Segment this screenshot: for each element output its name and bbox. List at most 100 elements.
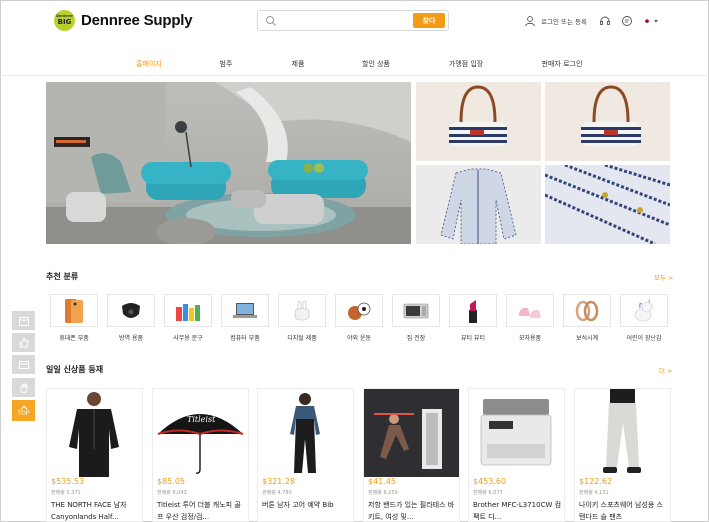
headset-icon[interactable] — [599, 15, 611, 27]
phone-case-icon — [65, 298, 83, 323]
category-item[interactable]: 휴대폰 부품 — [50, 294, 100, 342]
hero-banner[interactable] — [46, 82, 411, 244]
nav-item-deals[interactable]: 할인 상품 — [362, 59, 390, 69]
search-icon — [266, 16, 276, 26]
category-item[interactable]: 야외 운동 — [335, 294, 385, 342]
card-icon — [18, 360, 29, 369]
search-input[interactable] — [282, 13, 402, 28]
hero-thumb-fabric[interactable] — [545, 165, 670, 244]
jacket-image — [440, 168, 517, 244]
striped-bag-image — [449, 85, 507, 146]
category-item[interactable]: 뷰티 뷰티 — [449, 294, 499, 342]
category-label: 뷰티 뷰티 — [461, 335, 485, 342]
face-mask-icon — [122, 302, 140, 318]
hero-thumb-bag-1[interactable] — [416, 82, 541, 161]
stationery-icon — [176, 303, 200, 321]
product-name[interactable]: THE NORTH FACE 남자 Canyonlands Half... — [51, 499, 141, 522]
category-label: 방역 용품 — [119, 335, 143, 342]
product-card[interactable]: $453.60 판매량 6,077 Brother MFC-L3710CW 컴팩… — [468, 388, 565, 522]
category-thumb — [221, 294, 269, 327]
logo-badge-bottom: BIG — [57, 17, 72, 26]
product-image — [47, 389, 142, 477]
back-to-top-button[interactable]: TOP — [12, 400, 35, 421]
product-image — [575, 389, 670, 477]
category-label: 모자용품 — [518, 335, 542, 342]
category-item[interactable]: 사무용 문구 — [164, 294, 214, 342]
sports-balls-icon — [348, 302, 371, 320]
side-tool-hand[interactable] — [12, 378, 35, 397]
category-label: 디지털 제품 — [287, 335, 317, 342]
golf-umbrella-image: Titleist — [157, 414, 244, 474]
nav-item-merchant-entry[interactable]: 가맹점 입장 — [449, 59, 483, 69]
logo-text[interactable]: Dennree Supply — [81, 12, 193, 29]
category-thumb — [50, 294, 98, 327]
nav-item-seller-login[interactable]: 판매자 로그인 — [542, 59, 583, 69]
category-item[interactable]: 방역 용품 — [107, 294, 157, 342]
calendar-icon — [18, 316, 29, 326]
product-name[interactable]: 나이키 스포츠웨어 남성용 스탠다드 슬 팬츠 — [579, 499, 669, 522]
striped-bag-image — [581, 85, 641, 146]
product-name[interactable]: 저항 밴드가 있는 필라테스 바 키트, 여성 및... — [368, 499, 458, 522]
product-sold-count: 판매량 4,131 — [579, 490, 609, 496]
search-bar: 찾다 — [257, 10, 449, 31]
product-price: $41.45 — [368, 477, 396, 486]
product-name[interactable]: 버튼 남자 고어 예약 Bib — [262, 499, 352, 511]
svg-text:Titleist: Titleist — [187, 415, 216, 424]
header-actions: 로그인 또는 등록 — [524, 13, 659, 29]
search-button[interactable]: 찾다 — [413, 13, 445, 28]
nav-item-products[interactable]: 제품 — [292, 59, 305, 69]
category-thumb — [164, 294, 212, 327]
category-item[interactable]: 모자용품 — [506, 294, 556, 342]
category-item[interactable]: 디지털 제품 — [278, 294, 328, 342]
main-nav: 홈페이지 범주 제품 할인 상품 가맹점 입장 판매자 로그인 — [0, 52, 709, 76]
product-sold-count: 판매량 4,780 — [262, 490, 292, 496]
thumbs-up-icon — [19, 337, 29, 347]
chevron-down-icon[interactable] — [653, 18, 659, 24]
hand-icon — [19, 383, 27, 393]
category-label: 휴대폰 부품 — [59, 335, 89, 342]
product-name[interactable]: Titleist 투어 더블 캐노피 골프 우산 검정/검... — [157, 499, 247, 522]
login-link[interactable]: 로그인 또는 등록 — [541, 16, 587, 26]
category-label: 집 전장 — [406, 335, 426, 342]
nav-item-home[interactable]: 홈페이지 — [136, 59, 162, 69]
product-price: $321.28 — [262, 477, 296, 486]
earbuds-icon — [294, 300, 310, 320]
product-image — [364, 389, 459, 477]
product-card[interactable]: $535.53 판매량 5,371 THE NORTH FACE 남자 Cany… — [46, 388, 143, 522]
category-item[interactable]: 보석시계 — [563, 294, 613, 342]
product-card[interactable]: Titleist $85.05 판매량 8,043 Titleist 투어 더블… — [152, 388, 249, 522]
side-tool-like[interactable] — [12, 333, 35, 352]
product-card[interactable]: $321.28 판매량 4,780 버튼 남자 고어 예약 Bib — [257, 388, 354, 522]
product-name[interactable]: Brother MFC-L3710CW 컴팩트 디... — [473, 499, 563, 522]
chat-icon[interactable] — [621, 15, 633, 27]
baby-shoes-icon — [519, 307, 541, 318]
category-label: 보석시계 — [575, 335, 599, 342]
product-sold-count: 판매량 8,043 — [157, 490, 187, 496]
category-thumb — [449, 294, 497, 327]
hero-thumb-jacket[interactable] — [416, 165, 541, 244]
laptop-icon — [233, 302, 257, 318]
side-tool-card[interactable] — [12, 355, 35, 374]
category-label: 컴퓨터 부품 — [230, 335, 260, 342]
unicorn-toy-icon — [634, 297, 653, 321]
language-flag-icon[interactable] — [643, 17, 651, 25]
daily-more-link[interactable]: 더 > — [659, 365, 673, 375]
microwave-icon — [403, 303, 429, 318]
nav-item-categories[interactable]: 범주 — [220, 59, 233, 69]
category-item[interactable]: 어린이 장난감 — [620, 294, 670, 342]
recommended-more-link[interactable]: 모두 > — [654, 272, 673, 282]
product-card[interactable]: $122.62 판매량 4,131 나이키 스포츠웨어 남성용 스탠다드 슬 팬… — [574, 388, 671, 522]
logo-badge[interactable]: Dennree BIG — [54, 10, 75, 31]
category-thumb — [107, 294, 155, 327]
recommended-title: 추천 분류 — [46, 272, 79, 281]
category-item[interactable]: 컴퓨터 부품 — [221, 294, 271, 342]
product-card[interactable]: $41.45 판매량 8,259 저항 밴드가 있는 필라테스 바 키트, 여성… — [363, 388, 460, 522]
category-thumb — [278, 294, 326, 327]
side-tool-calendar[interactable] — [12, 311, 35, 330]
back-to-top-label: TOP — [17, 409, 30, 417]
category-item[interactable]: 집 전장 — [392, 294, 442, 342]
category-label: 야외 운동 — [347, 335, 371, 342]
fleece-jacket-image — [69, 392, 119, 477]
hero-thumb-bag-2[interactable] — [545, 82, 670, 161]
user-icon[interactable] — [524, 15, 536, 27]
